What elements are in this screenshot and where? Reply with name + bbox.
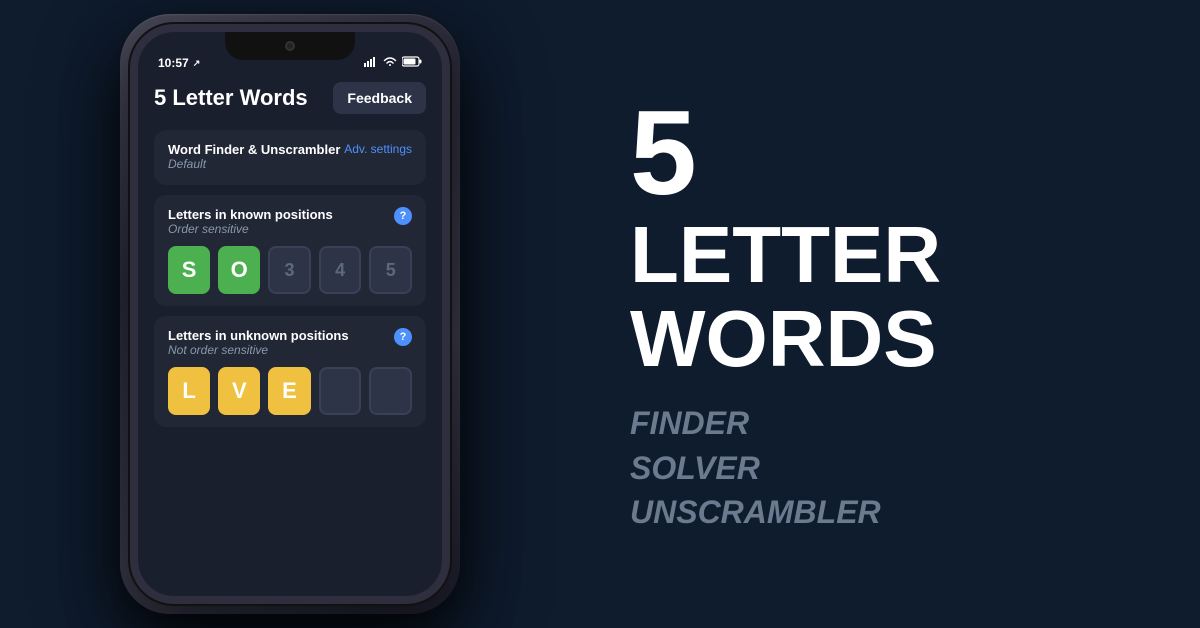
wifi-icon xyxy=(383,57,397,70)
known-positions-title: Letters in known positions xyxy=(168,207,333,222)
tile-unknown-5[interactable] xyxy=(369,367,412,415)
word-finder-header: Word Finder & Unscrambler Default Adv. s… xyxy=(168,142,412,171)
phone-section: 10:57 ↗ xyxy=(0,0,580,628)
app-title: 5 Letter Words xyxy=(154,85,308,111)
unknown-positions-header: Letters in unknown positions Not order s… xyxy=(168,328,412,357)
headline-line1: LETTER xyxy=(630,213,1150,297)
phone-frame: 10:57 ↗ xyxy=(130,24,450,604)
taglines-container: FINDER SOLVER UNSCRAMBLER xyxy=(630,401,1150,535)
tile-s[interactable]: S xyxy=(168,246,210,294)
word-finder-title: Word Finder & Unscrambler xyxy=(168,142,340,157)
text-section: 5 LETTER WORDS FINDER SOLVER UNSCRAMBLER xyxy=(580,0,1200,628)
status-icons xyxy=(364,56,422,70)
phone-outer-frame: 10:57 ↗ xyxy=(120,14,460,614)
tile-l[interactable]: L xyxy=(168,367,210,415)
known-positions-help-icon[interactable]: ? xyxy=(394,207,412,225)
battery-icon xyxy=(402,56,422,70)
unknown-positions-help-icon[interactable]: ? xyxy=(394,328,412,346)
time-display: 10:57 xyxy=(158,56,189,70)
tile-e[interactable]: E xyxy=(268,367,310,415)
unknown-positions-title: Letters in unknown positions xyxy=(168,328,349,343)
unknown-positions-card: Letters in unknown positions Not order s… xyxy=(154,316,426,427)
tile-5[interactable]: 5 xyxy=(369,246,412,294)
tile-v[interactable]: V xyxy=(218,367,260,415)
tagline-unscrambler: UNSCRAMBLER xyxy=(630,490,1150,535)
tile-3[interactable]: 3 xyxy=(268,246,311,294)
word-finder-subtitle: Default xyxy=(168,157,340,171)
phone-screen: 10:57 ↗ xyxy=(138,32,442,596)
known-positions-header: Letters in known positions Order sensiti… xyxy=(168,207,412,236)
known-positions-subtitle: Order sensitive xyxy=(168,222,333,236)
word-finder-card: Word Finder & Unscrambler Default Adv. s… xyxy=(154,130,426,185)
location-icon: ↗ xyxy=(193,58,201,69)
feedback-button[interactable]: Feedback xyxy=(333,82,426,114)
app-header: 5 Letter Words Feedback xyxy=(154,82,426,114)
status-time: 10:57 ↗ xyxy=(158,56,200,70)
tagline-finder: FINDER xyxy=(630,401,1150,446)
phone-notch xyxy=(225,32,355,60)
unknown-positions-subtitle: Not order sensitive xyxy=(168,343,349,357)
known-positions-card: Letters in known positions Order sensiti… xyxy=(154,195,426,306)
adv-settings-link[interactable]: Adv. settings xyxy=(344,142,412,156)
tile-4[interactable]: 4 xyxy=(319,246,362,294)
headline-line2: WORDS xyxy=(630,297,1150,381)
tile-o[interactable]: O xyxy=(218,246,260,294)
known-positions-grid: S O 3 4 5 xyxy=(168,246,412,294)
tagline-solver: SOLVER xyxy=(630,446,1150,491)
app-content: 5 Letter Words Feedback Word Finder & Un… xyxy=(138,32,442,453)
headline-number: 5 xyxy=(630,93,1150,213)
signal-icon xyxy=(364,57,378,70)
tile-unknown-4[interactable] xyxy=(319,367,362,415)
unknown-positions-grid: L V E xyxy=(168,367,412,415)
notch-camera xyxy=(285,41,295,51)
